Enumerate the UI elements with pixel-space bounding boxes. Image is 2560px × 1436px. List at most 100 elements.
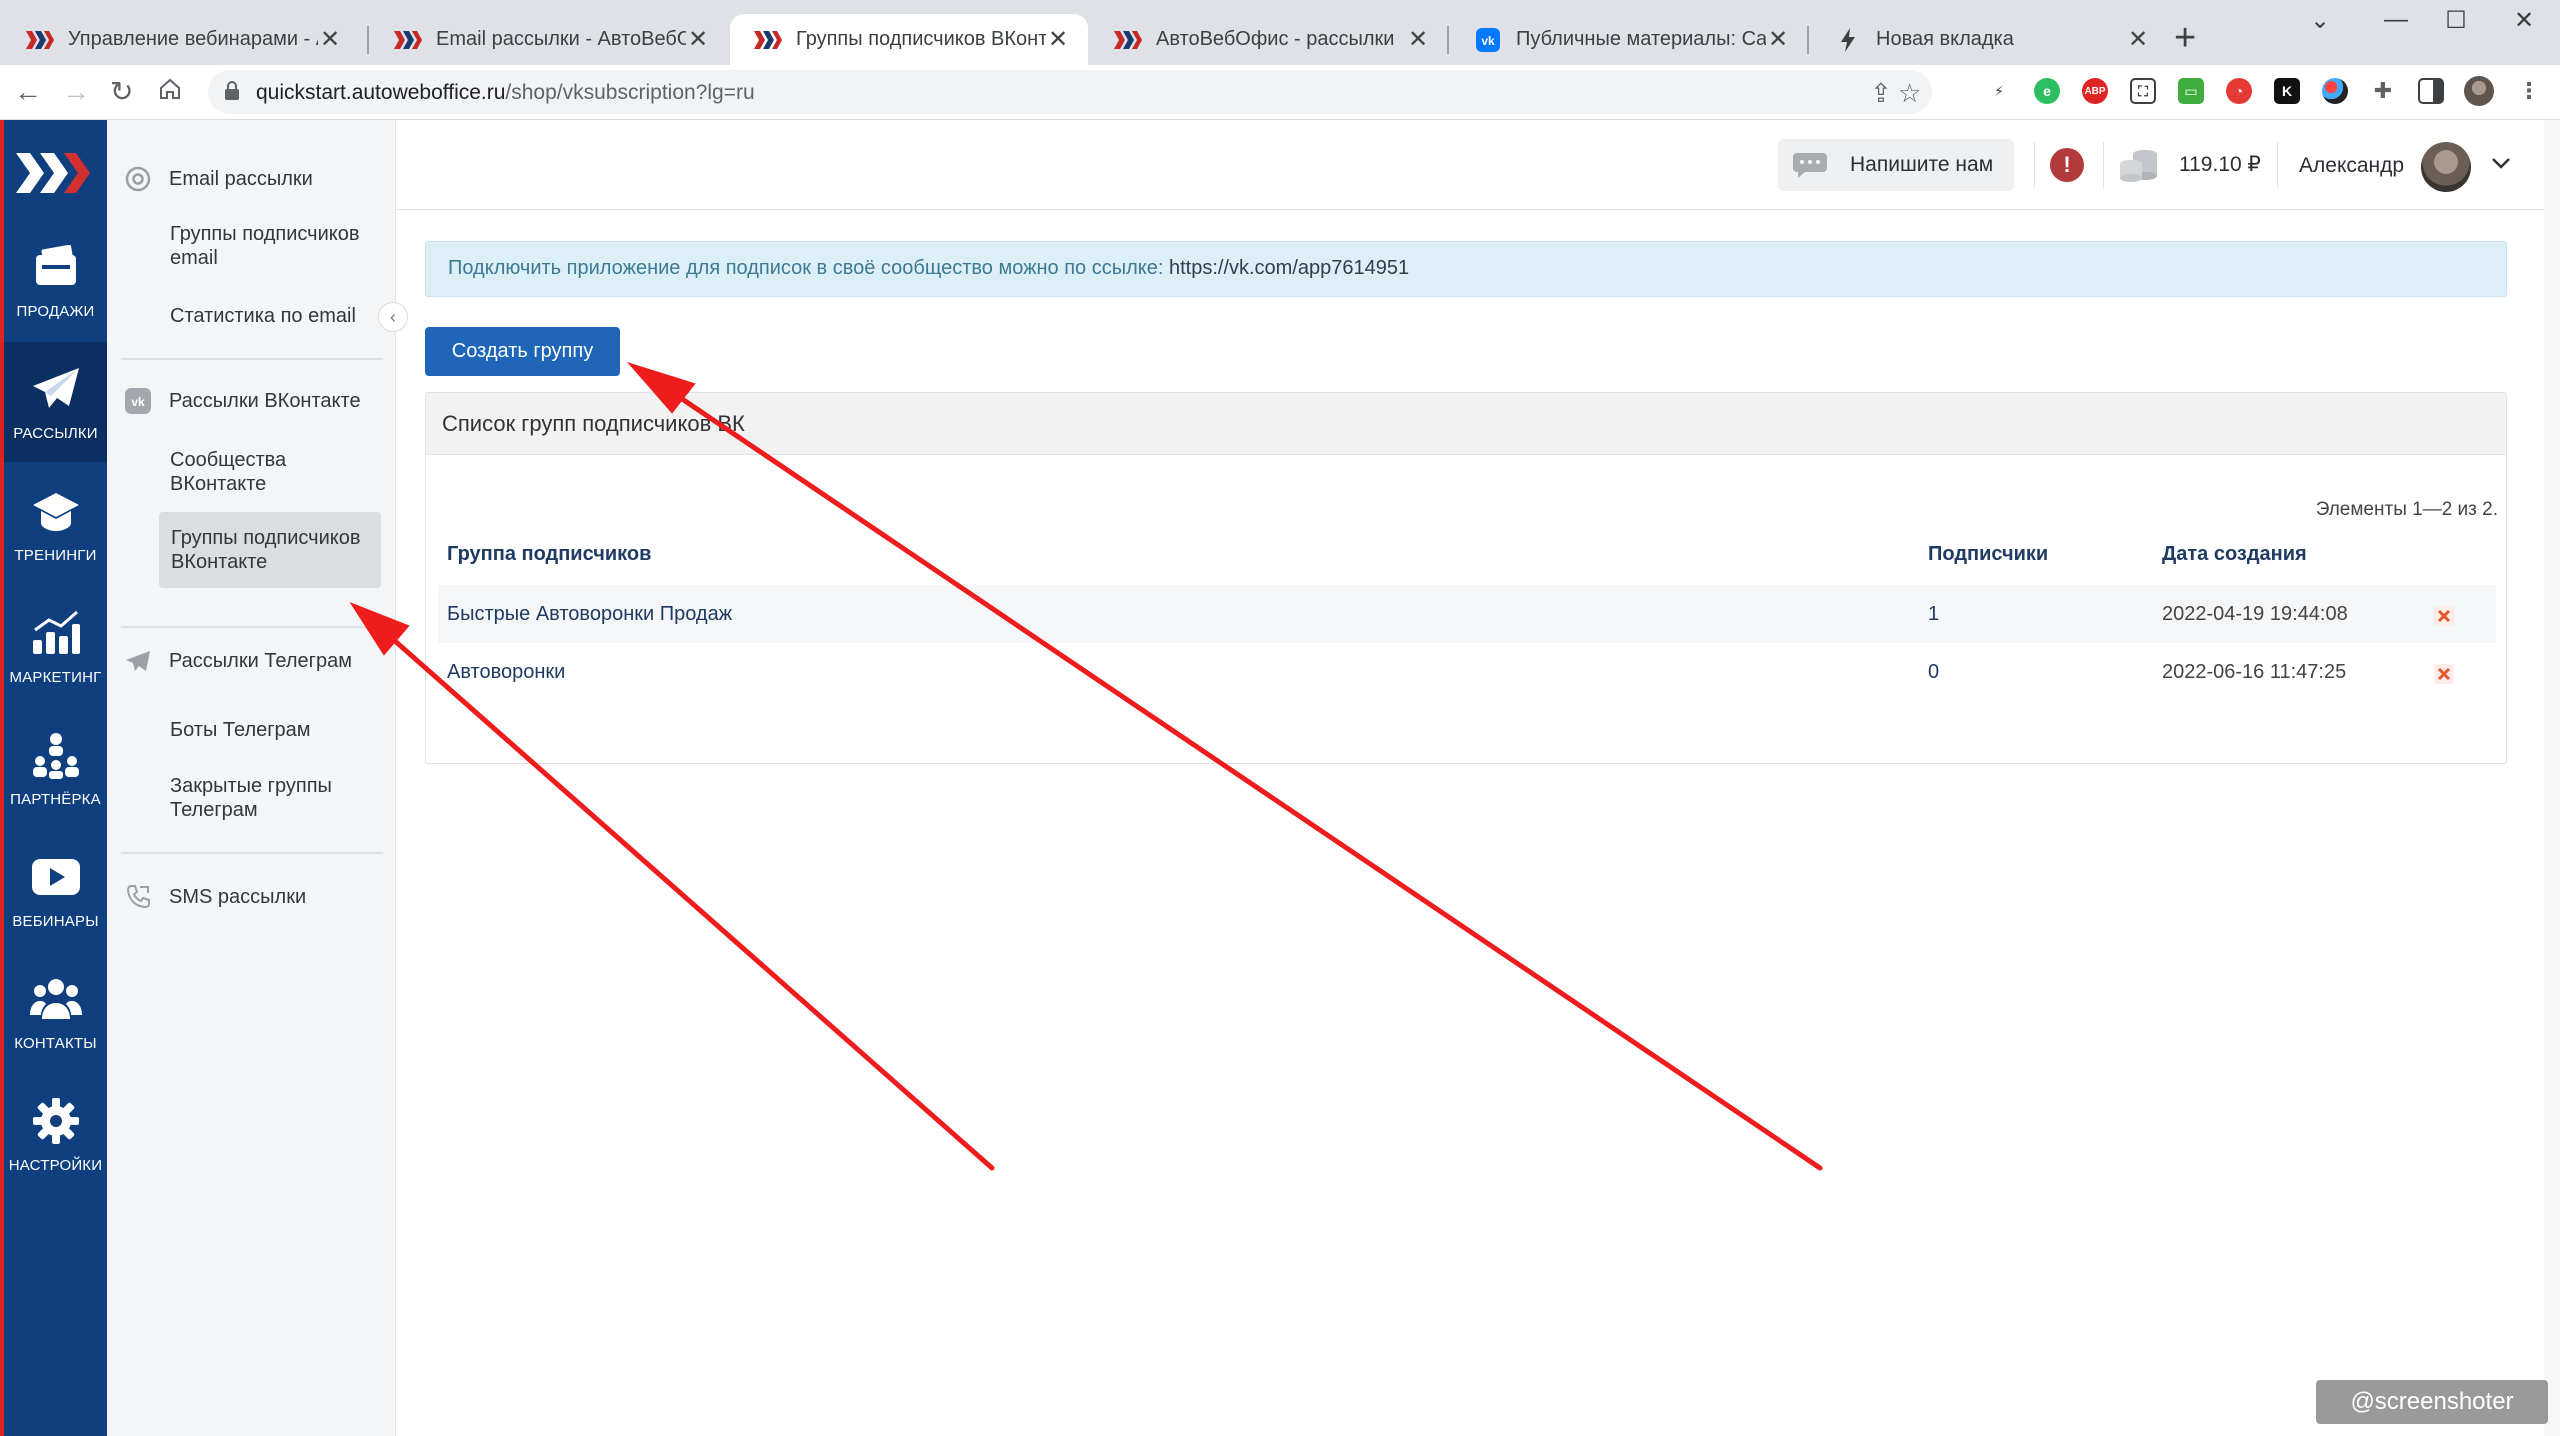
browser-tab-strip: Управление вебинарами - Авто ✕ Email рас… [0, 0, 2560, 65]
sidebar-toggle-icon[interactable] [2418, 78, 2444, 104]
tab-title: Email рассылки - АвтоВебОфис [436, 28, 686, 50]
subscribers-count: 1 [1928, 603, 1940, 625]
telegram-icon [123, 646, 153, 676]
forward-arrow-icon[interactable]: → [62, 75, 90, 109]
nav-marketing[interactable]: МАРКЕТИНГ [4, 586, 107, 706]
tab-close-icon[interactable]: ✕ [686, 25, 710, 54]
sidebar-item-email-groups[interactable]: Группы подписчиков email [170, 222, 370, 270]
nav-trainings[interactable]: ТРЕНИНГИ [4, 464, 107, 584]
tab-title: Группы подписчиков ВКонтакте [796, 28, 1046, 50]
home-icon[interactable] [158, 75, 182, 109]
browser-tab[interactable]: Email рассылки - АвтоВебОфис ✕ [370, 14, 728, 65]
tab-separator [367, 26, 369, 54]
minimize-icon[interactable]: — [2366, 6, 2426, 34]
browser-tab[interactable]: Управление вебинарами - Авто ✕ [2, 14, 360, 65]
back-arrow-icon[interactable]: ← [14, 75, 42, 109]
column-header-subscribers[interactable]: Подписчики [1928, 543, 2048, 566]
autoweboffice-logo-icon [754, 26, 782, 54]
new-tab-button[interactable]: + [2174, 16, 2196, 60]
browser-tab[interactable]: АвтоВебОфис - рассылки ✕ [1090, 14, 1448, 65]
delete-icon[interactable] [2433, 605, 2455, 627]
nav-label: ПАРТНЁРКА [10, 790, 101, 808]
page-scrollbar[interactable] [2544, 120, 2560, 1436]
tab-close-icon[interactable]: ✕ [2126, 25, 2150, 54]
table-row: Автоворонки 0 2022-06-16 11:47:25 [438, 643, 2496, 701]
browser-toolbar: ← → ↻ quickstart.autoweboffice.ru/shop/v… [0, 65, 2560, 120]
user-name[interactable]: Александр [2299, 154, 2404, 178]
alert-icon[interactable]: ! [2050, 148, 2084, 182]
star-icon[interactable]: ☆ [1898, 78, 1921, 109]
url-text: quickstart.autoweboffice.ru/shop/vksubsc… [256, 81, 755, 104]
nav-label: НАСТРОЙКИ [8, 1156, 103, 1174]
green-extension-icon[interactable]: ▭ [2178, 78, 2204, 104]
column-header-created[interactable]: Дата создания [2162, 543, 2307, 566]
nav-webinars[interactable]: ВЕБИНАРЫ [4, 830, 107, 950]
red-extension-icon[interactable]: ◔ [2226, 78, 2252, 104]
partners-icon [30, 729, 82, 781]
bolt-extension-icon[interactable]: ⚡ [1986, 78, 2012, 104]
nav-partners[interactable]: ПАРТНЁРКА [4, 708, 107, 828]
k-extension-icon[interactable]: K [2274, 78, 2300, 104]
sidebar-head-vk[interactable]: vk Рассылки ВКонтакте [123, 386, 361, 416]
vk-icon: vk [123, 386, 153, 416]
nav-settings[interactable]: НАСТРОЙКИ [4, 1074, 107, 1194]
sidebar-head-email[interactable]: Email рассылки [123, 164, 313, 194]
window-close-icon[interactable]: ✕ [2494, 6, 2554, 35]
sidebar-item-vk-subscriber-groups[interactable]: Группы подписчиков ВКонтакте [159, 512, 381, 588]
sidebar-divider [121, 626, 383, 628]
sidebar-item-email-stats[interactable]: Статистика по email [170, 304, 370, 328]
tab-close-icon[interactable]: ✕ [318, 25, 342, 54]
chevron-down-icon[interactable]: ⌄ [2290, 6, 2350, 35]
chevron-left-icon: ‹ [390, 306, 396, 327]
write-us-button[interactable]: Напишите нам [1778, 139, 2014, 191]
reload-icon[interactable]: ↻ [110, 75, 133, 109]
kebab-menu-icon[interactable]: ⋮ [2516, 78, 2542, 104]
nav-sales[interactable]: ПРОДАЖИ [4, 220, 107, 340]
share-icon[interactable]: ⇪ [1870, 78, 1892, 109]
address-bar[interactable]: quickstart.autoweboffice.ru/shop/vksubsc… [208, 70, 1932, 114]
tab-separator [1447, 26, 1449, 54]
created-date: 2022-04-19 19:44:08 [2162, 603, 2348, 625]
column-header-group[interactable]: Группа подписчиков [447, 543, 651, 566]
nav-mailings[interactable]: РАССЫЛКИ [4, 342, 107, 462]
balance-value[interactable]: 119.10 ₽ [2179, 152, 2261, 177]
puzzle-icon[interactable]: ✚ [2370, 78, 2396, 104]
contacts-icon [29, 973, 82, 1025]
sidebar-head-sms[interactable]: SMS рассылки [123, 882, 306, 912]
avatar[interactable] [2421, 142, 2471, 192]
profile-avatar-icon[interactable] [2464, 76, 2494, 106]
delete-icon[interactable] [2433, 663, 2455, 685]
nav-contacts[interactable]: КОНТАКТЫ [4, 952, 107, 1072]
tab-close-icon[interactable]: ✕ [1406, 25, 1430, 54]
tab-title: Публичные материалы: Callbac [1516, 28, 1766, 50]
autoweboffice-logo-icon [394, 26, 422, 54]
sidebar-item-telegram-bots[interactable]: Боты Телеграм [170, 718, 370, 742]
sidebar-divider [121, 852, 383, 854]
tab-close-icon[interactable]: ✕ [1046, 25, 1070, 54]
group-name-link[interactable]: Быстрые Автоворонки Продаж [447, 603, 732, 626]
lock-icon [225, 81, 239, 100]
info-alert: Подключить приложение для подписок в сво… [425, 241, 2507, 297]
sidebar-item-telegram-groups[interactable]: Закрытые группы Телеграм [170, 774, 370, 822]
sidebar-head-telegram[interactable]: Рассылки Телеграм [123, 646, 352, 676]
vk-app-link[interactable]: https://vk.com/app7614951 [1169, 257, 1409, 279]
sidebar-collapse-button[interactable]: ‹ [378, 302, 408, 332]
chevron-down-icon[interactable] [2491, 150, 2511, 176]
browser-tab[interactable]: vk Публичные материалы: Callbac ✕ [1450, 14, 1808, 65]
tab-close-icon[interactable]: ✕ [1766, 25, 1790, 54]
group-name-link[interactable]: Автоворонки [447, 661, 565, 684]
maximize-icon[interactable]: ☐ [2426, 6, 2486, 35]
mailings-sidebar: Email рассылки Группы подписчиков email … [107, 120, 396, 1436]
table-row: Быстрые Автоворонки Продаж 1 2022-04-19 … [438, 585, 2496, 643]
info-text: Подключить приложение для подписок в сво… [448, 257, 1169, 279]
screenshoter-watermark: @screenshoter [2316, 1380, 2548, 1424]
adblock-extension-icon[interactable]: ABP [2082, 78, 2108, 104]
browser-tab-active[interactable]: Группы подписчиков ВКонтакте ✕ [730, 14, 1088, 65]
browser-tab[interactable]: Новая вкладка ✕ [1810, 14, 2168, 65]
evernote-extension-icon[interactable]: e [2034, 78, 2060, 104]
create-group-button[interactable]: Создать группу [425, 327, 620, 376]
colors-extension-icon[interactable] [2322, 78, 2348, 104]
autoweboffice-logo[interactable] [14, 148, 94, 198]
sidebar-item-vk-communities[interactable]: Сообщества ВКонтакте [170, 448, 370, 496]
screenshot-extension-icon[interactable]: ⛶ [2130, 78, 2156, 104]
